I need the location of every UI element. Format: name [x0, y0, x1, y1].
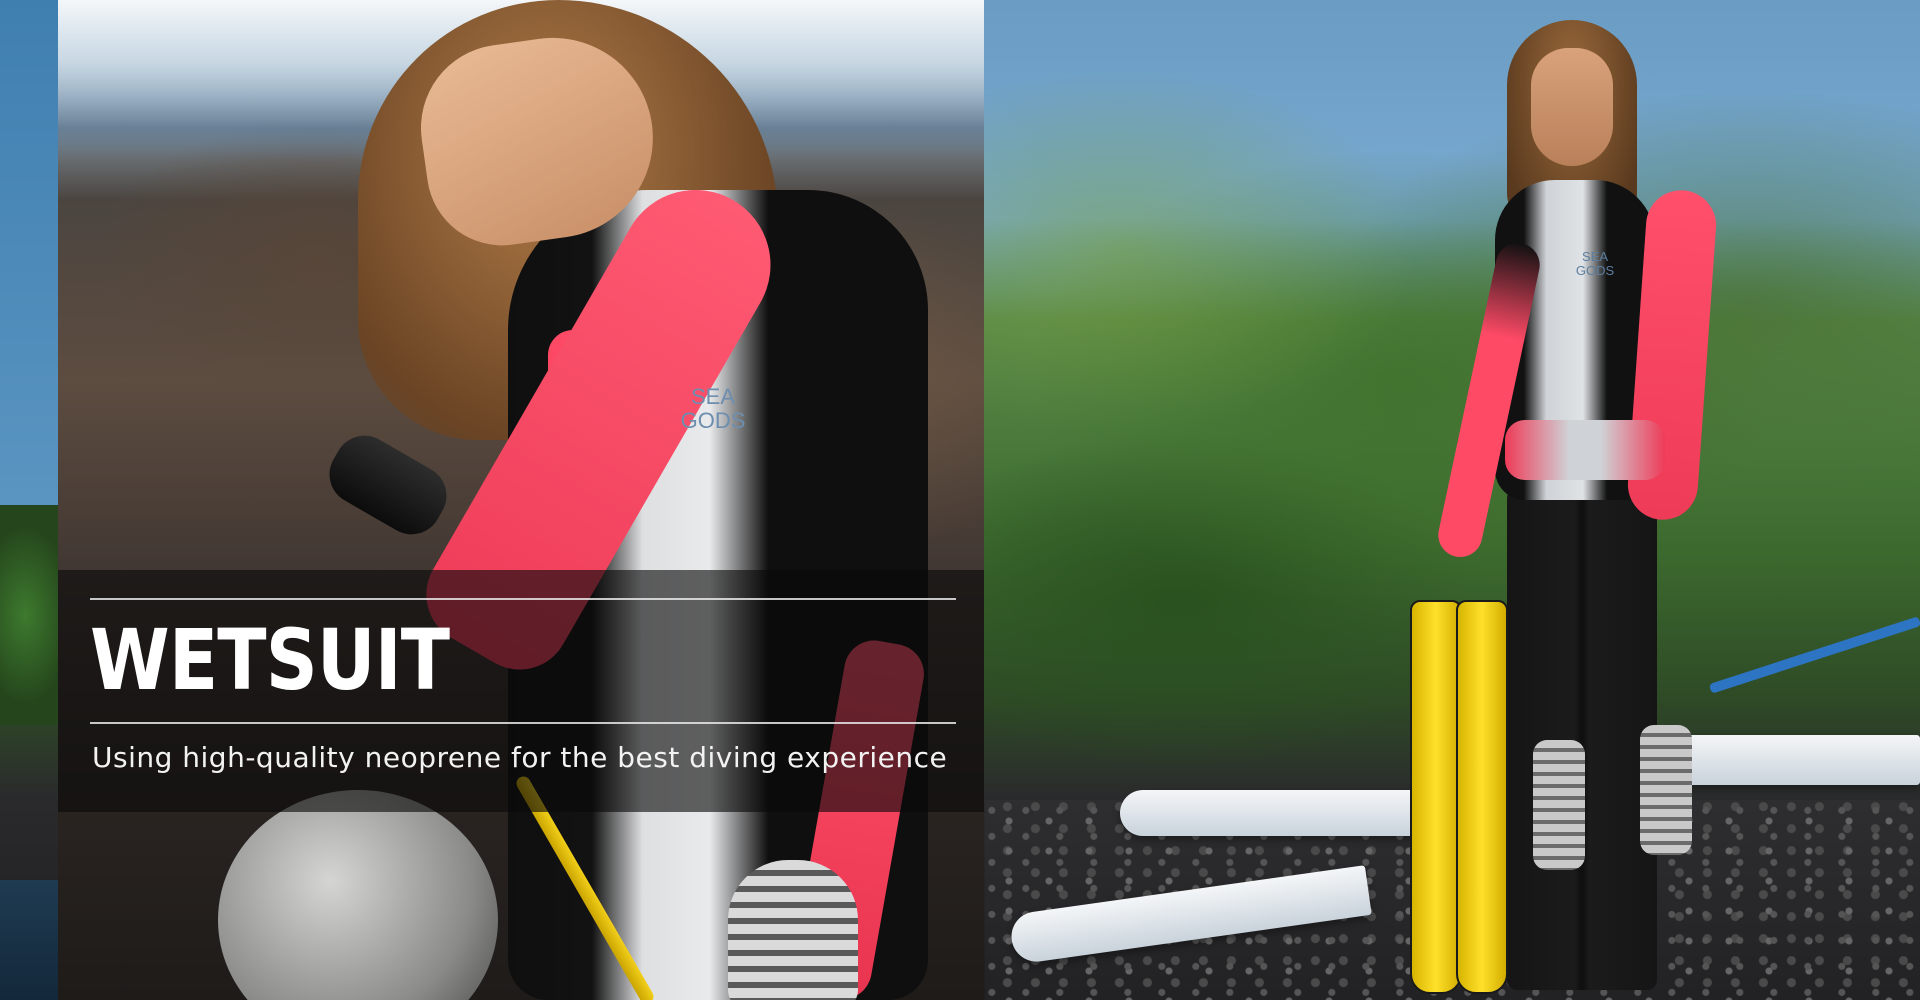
- fin: [1410, 600, 1462, 994]
- face: [1531, 48, 1613, 166]
- sea-water: [0, 880, 58, 1000]
- knee-pad: [1533, 740, 1585, 870]
- divider-top: [90, 598, 956, 600]
- regulator: [318, 424, 458, 546]
- caption-overlay: WETSUIT Using high-quality neoprene for …: [58, 570, 984, 812]
- fin: [1456, 600, 1508, 994]
- divider-bottom: [90, 722, 956, 724]
- knee-pad: [728, 860, 858, 1000]
- sky-strip: [0, 0, 58, 520]
- hero-banner: SEA GODS SEA GODS WETSUIT Using high-qua…: [0, 0, 1920, 1000]
- knee-pad: [1640, 725, 1692, 855]
- chest-logo: SEA GODS: [680, 384, 746, 433]
- banner-title: WETSUIT: [90, 611, 450, 709]
- product-photo: SEA GODS: [58, 0, 984, 1000]
- boat-hull: [1120, 790, 1420, 836]
- banner-subtitle: Using high-quality neoprene for the best…: [92, 741, 948, 774]
- wetsuit-panel: [1505, 420, 1665, 480]
- diving-fins: [1410, 600, 1540, 1000]
- dive-tank: [218, 790, 498, 1000]
- chest-logo: SEA GODS: [1575, 249, 1615, 278]
